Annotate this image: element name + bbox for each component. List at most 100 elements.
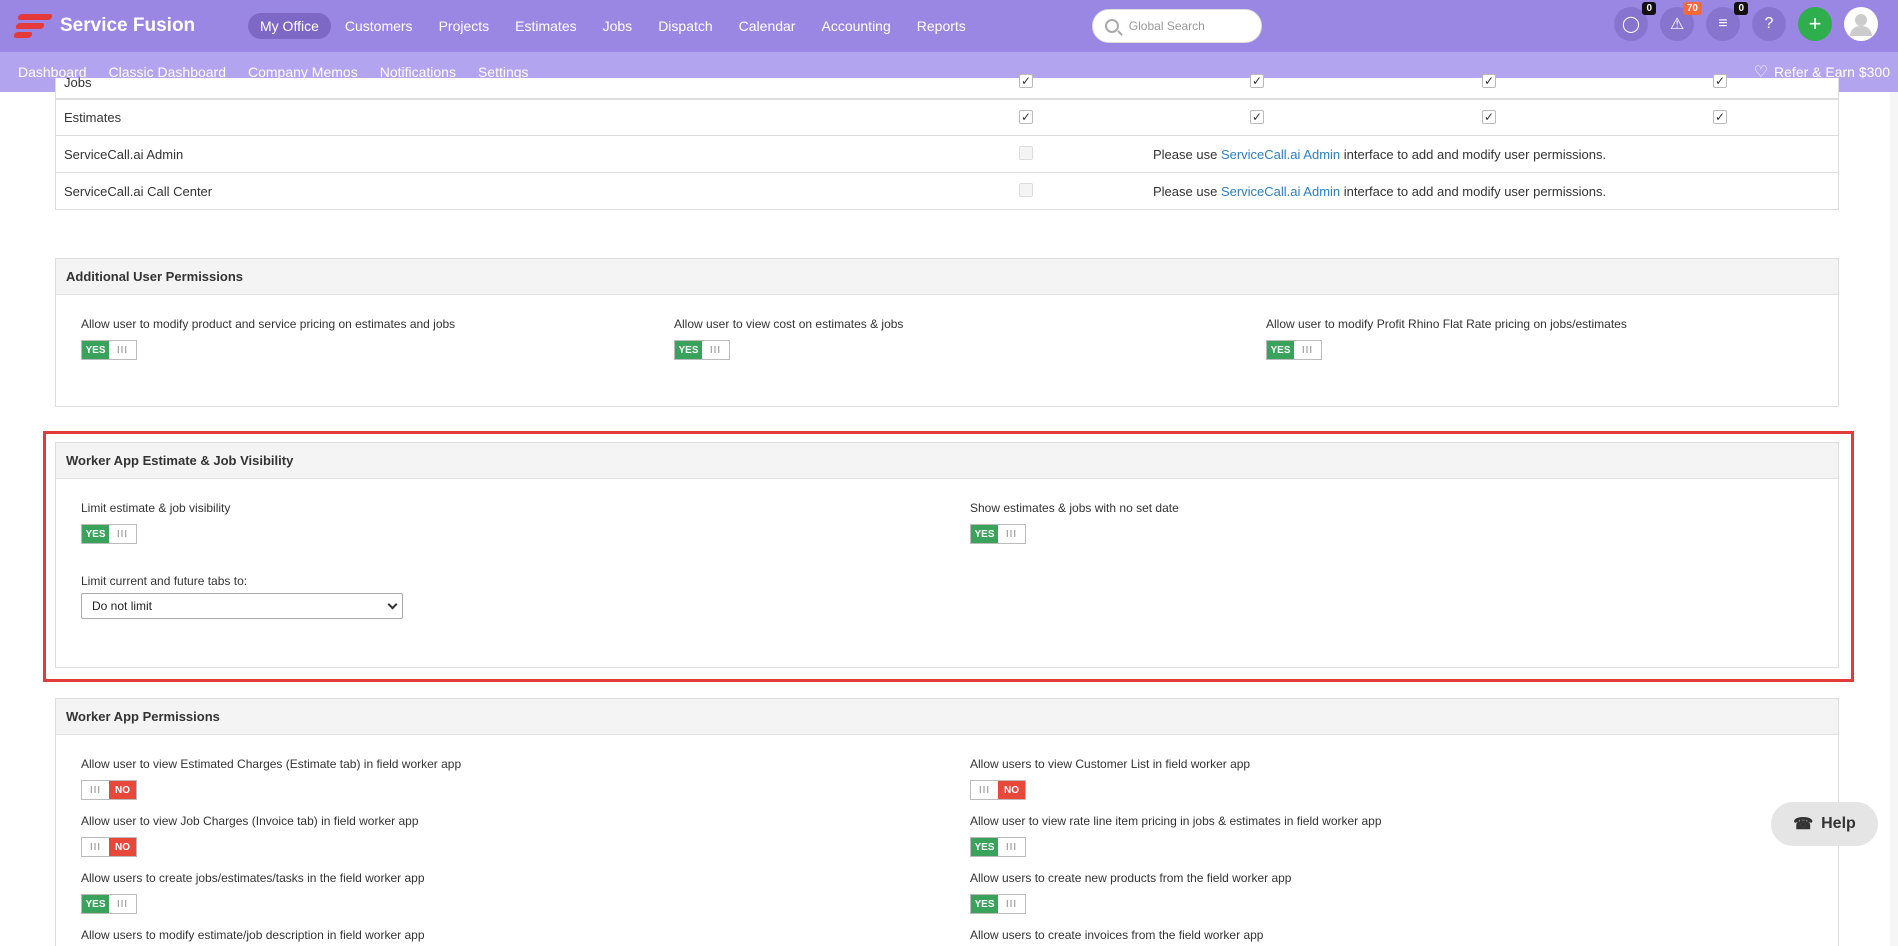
table-row: ServiceCall.ai Call Center Please use Se… [55,173,1839,210]
nav-estimates[interactable]: Estimates [503,13,588,39]
toggle-state: YES [82,895,109,913]
toggle-state: YES [971,895,998,913]
permission-checkbox[interactable]: ✓ [1250,74,1264,88]
panel-title: Worker App Permissions [56,699,1838,735]
permission-checkbox[interactable]: ✓ [1019,74,1033,88]
top-navbar: Service Fusion My Office Customers Proje… [0,0,1898,52]
servicecall-admin-link[interactable]: ServiceCall.ai Admin [1221,147,1340,162]
permission-label: Allow users to create invoices from the … [970,928,1264,942]
logo-icon [12,11,54,41]
create-products-toggle[interactable]: YES III [970,894,1026,914]
notifications-badge: 70 [1682,2,1702,15]
toggle-state: NO [998,781,1025,799]
toggle-grip: III [116,344,129,356]
nav-calendar[interactable]: Calendar [727,13,808,39]
toggle-state: NO [109,838,136,856]
permission-label: Allow users to create jobs/estimates/tas… [81,871,425,885]
permission-label: Allow user to modify product and service… [81,317,456,331]
brand-logo[interactable]: Service Fusion [12,11,234,41]
view-cost-toggle[interactable]: YES III [674,340,730,360]
toggle-grip: III [116,898,129,910]
toggle-grip: III [978,784,991,796]
permission-label: Allow user to modify Profit Rhino Flat R… [1266,317,1627,331]
help-icon[interactable]: ? [1752,7,1786,41]
rate-pricing-toggle[interactable]: YES III [970,837,1026,857]
add-icon[interactable]: + [1798,7,1832,41]
nav-projects[interactable]: Projects [427,13,502,39]
additional-permissions-panel: Additional User Permissions Allow user t… [55,258,1839,407]
chat-icon[interactable]: ◯ 0 [1614,2,1656,41]
permission-note: Please use ServiceCall.ai Admin interfac… [1153,184,1606,199]
search-placeholder: Global Search [1128,19,1205,33]
table-row: ServiceCall.ai Admin Please use ServiceC… [55,136,1839,173]
header-actions: ◯ 0 ⚠ 70 ≡ 0 ? + [1602,2,1878,41]
worker-permissions-panel: Worker App Permissions Allow user to vie… [55,698,1839,946]
table-row: Jobs ✓ ✓ ✓ ✓ [55,74,1839,99]
table-row: Estimates ✓ ✓ ✓ ✓ [55,99,1839,136]
permission-note: Please use ServiceCall.ai Admin interfac… [1153,147,1606,162]
permission-label: Allow users to create new products from … [970,871,1292,885]
toggle-grip: III [89,841,102,853]
permission-checkbox[interactable]: ✓ [1019,110,1033,124]
nav-jobs[interactable]: Jobs [591,13,645,39]
scrollbar[interactable] [1890,92,1898,946]
row-name: ServiceCall.ai Admin [64,146,184,162]
permission-checkbox[interactable]: ✓ [1250,110,1264,124]
note-text: interface to add and modify user permiss… [1340,146,1607,162]
row-name: ServiceCall.ai Call Center [64,183,213,199]
permission-label: Allow user to view Job Charges (Invoice … [81,814,419,828]
nav-my-office[interactable]: My Office [248,13,331,39]
panel-title: Additional User Permissions [56,259,1838,295]
toggle-state: YES [971,838,998,856]
phone-icon: ☎ [1793,816,1814,833]
global-search-input[interactable]: Global Search [1091,9,1262,43]
note-text: interface to add and modify user permiss… [1340,183,1607,199]
toggle-grip: III [1005,898,1018,910]
job-charges-toggle[interactable]: III NO [81,837,137,857]
toggle-state: YES [1267,341,1294,359]
nav-reports[interactable]: Reports [905,13,978,39]
add-glyph: + [1808,11,1822,36]
nav-customers[interactable]: Customers [333,13,425,39]
permission-checkbox [1019,146,1033,160]
servicecall-admin-link[interactable]: ServiceCall.ai Admin [1221,184,1340,199]
toggle-grip: III [1301,344,1314,356]
permission-checkbox [1019,183,1033,197]
nav-dispatch[interactable]: Dispatch [646,13,724,39]
pricing-toggle[interactable]: YES III [81,340,137,360]
note-text: Please use [1153,183,1221,199]
toggle-state: YES [675,341,702,359]
help-glyph: ? [1764,15,1774,32]
tasks-badge: 0 [1734,2,1748,15]
toggle-grip: III [89,784,102,796]
permission-checkbox[interactable]: ✓ [1482,74,1496,88]
brand-name: Service Fusion [60,15,196,36]
profit-rhino-toggle[interactable]: YES III [1266,340,1322,360]
customer-list-toggle[interactable]: III NO [970,780,1026,800]
search-icon [1104,19,1119,33]
bell-icon[interactable]: ⚠ 70 [1660,2,1702,41]
permission-checkbox[interactable]: ✓ [1482,110,1496,124]
permission-label: Allow user to view rate line item pricin… [970,814,1382,828]
permission-label: Allow user to view Estimated Charges (Es… [81,757,462,771]
highlight-box [43,431,1854,682]
chat-badge: 0 [1642,2,1656,15]
permission-checkbox[interactable]: ✓ [1713,74,1727,88]
main-content: Jobs ✓ ✓ ✓ ✓ Estimates ✓ ✓ ✓ ✓ ServiceCa… [0,74,1898,946]
note-text: Please use [1153,146,1221,162]
help-label: Help [1821,815,1856,832]
help-button[interactable]: ☎ Help [1771,802,1878,846]
permission-label: Allow user to view cost on estimates & j… [674,317,904,331]
user-avatar[interactable] [1844,7,1878,41]
permission-checkbox[interactable]: ✓ [1713,110,1727,124]
row-name: Estimates [64,110,122,125]
tasks-icon[interactable]: ≡ 0 [1706,2,1748,41]
row-name: Jobs [64,74,92,90]
toggle-grip: III [709,344,722,356]
toggle-state: NO [109,781,136,799]
toggle-grip: III [1005,841,1018,853]
create-jobs-toggle[interactable]: YES III [81,894,137,914]
estimate-charges-toggle[interactable]: III NO [81,780,137,800]
main-nav: My Office Customers Projects Estimates J… [248,13,980,39]
nav-accounting[interactable]: Accounting [809,13,902,39]
